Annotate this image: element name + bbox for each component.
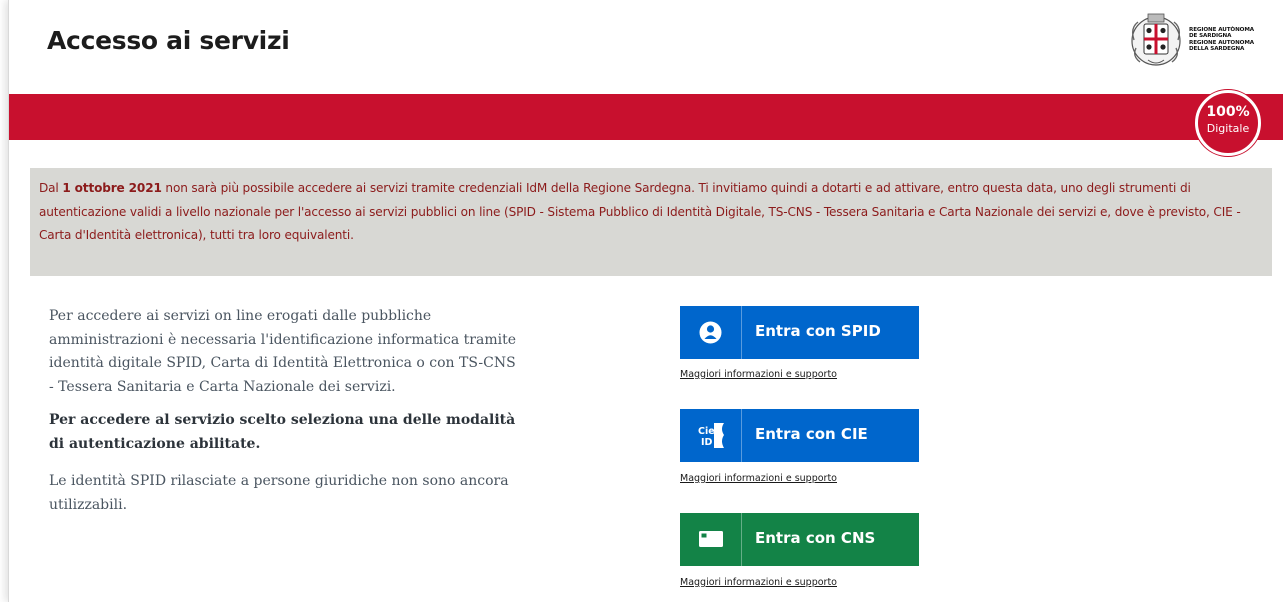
spid-help-link[interactable]: Maggiori informazioni e supporto [680,369,837,380]
cie-button-label: Entra con CIE [755,425,868,443]
info-note: Le identità SPID rilasciate a persone gi… [49,473,509,513]
sardinia-coat-of-arms-icon [1131,13,1181,66]
cie-login-button[interactable]: Cie ID Entra con CIE [680,409,919,462]
cns-login-button[interactable]: Entra con CNS [680,513,919,566]
spid-button-label: Entra con SPID [755,322,881,340]
cns-button-label: Entra con CNS [755,529,876,547]
info-instruction: Per accedere al servizio scelto selezion… [49,412,516,452]
cie-id-icon: Cie ID [698,423,724,448]
region-logo[interactable]: REGIONE AUTÒNOMA DE SARDIGNA REGIONE AUT… [1126,10,1276,70]
notice-date: 1 ottobre 2021 [62,181,162,195]
cns-icon-area [680,513,742,566]
notice-text-start: Dal [39,181,63,195]
brand-bar [9,94,1283,140]
notice-text: Dal 1 ottobre 2021 non sarà più possibil… [39,177,1264,248]
page-title: Accesso ai servizi [47,26,290,55]
cie-icon-bottom: ID [701,437,713,448]
cns-help-link[interactable]: Maggiori informazioni e supporto [680,577,837,588]
notice-text-rest: non sarà più possibile accedere ai servi… [39,181,1241,242]
logo-line: DELLA SARDEGNA [1189,45,1245,52]
header: Accesso ai servizi REGIONE AUTÒNOMA DE S… [9,0,1283,92]
smart-card-icon [699,531,723,547]
logo-text: REGIONE AUTÒNOMA DE SARDIGNA REGIONE AUT… [1189,27,1279,52]
cie-icon-top: Cie [698,426,715,437]
notice-box: Dal 1 ottobre 2021 non sarà più possibil… [30,168,1272,276]
info-panel: Per accedere ai servizi on line erogati … [49,305,519,517]
cie-help-link[interactable]: Maggiori informazioni e supporto [680,473,837,484]
info-paragraph: Per accedere ai servizi on line erogati … [49,308,517,395]
page-frame: Accesso ai servizi REGIONE AUTÒNOMA DE S… [8,0,1283,602]
digital-badge: 100% Digitale [1195,90,1261,156]
badge-word: Digitale [1206,122,1250,135]
cie-icon-area: Cie ID [680,409,742,462]
spid-user-icon [699,321,722,344]
spid-icon-area [680,306,742,359]
badge-percent: 100% [1206,104,1250,120]
spid-login-button[interactable]: Entra con SPID [680,306,919,359]
